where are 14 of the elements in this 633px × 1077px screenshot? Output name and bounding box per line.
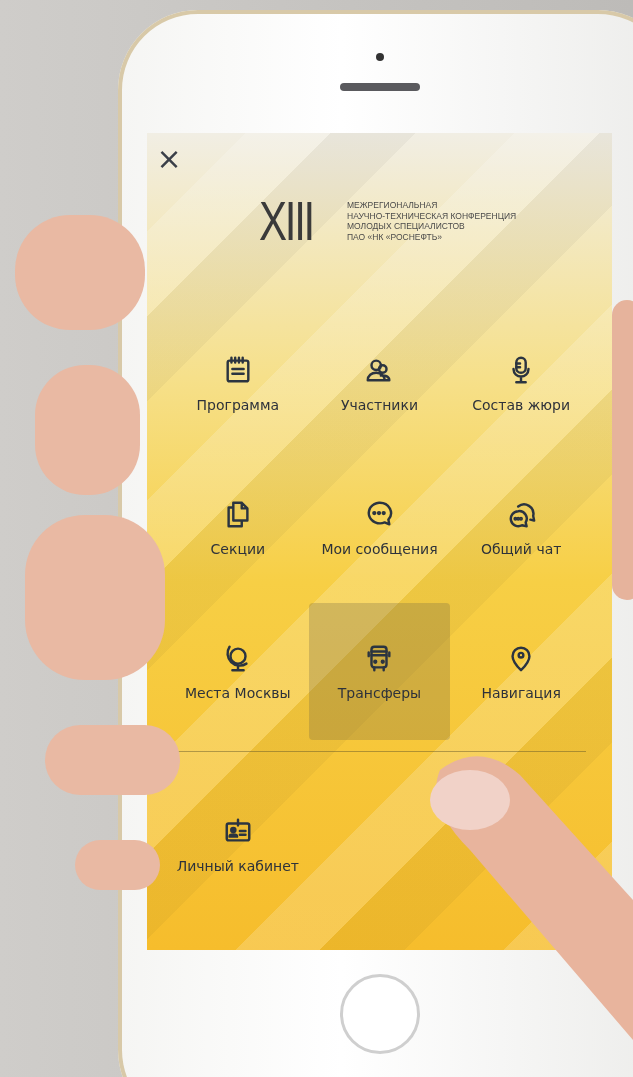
menu-item[interactable]: Участники: [308, 315, 451, 452]
logo-text: МЕЖРЕГИОНАЛЬНАЯ НАУЧНО-ТЕХНИЧЕСКАЯ КОНФЕРЕНЦИЯ МОЛОДЫХ СПЕЦИАЛИСТОВ ПАО «НК «РОСНЕФТЬ»: [347, 200, 517, 242]
camera-dot: [376, 52, 384, 61]
menu-item[interactable]: Программа: [167, 315, 309, 452]
close-button[interactable]: ×: [155, 145, 183, 173]
menu-item[interactable]: Общий чат: [450, 459, 592, 596]
menu-item[interactable]: Навигация: [450, 603, 592, 740]
menu-item[interactable]: Состав жюри: [450, 315, 592, 452]
menu-item[interactable]: Мои сообщения: [308, 459, 451, 596]
menu-item[interactable]: Личный кабинет: [167, 776, 309, 913]
logo-numeral: XIII: [259, 193, 314, 249]
menu-item[interactable]: Места Москвы: [167, 603, 309, 740]
menu-item[interactable]: Трансферы: [308, 603, 451, 740]
menu-item[interactable]: Секции: [167, 459, 309, 596]
